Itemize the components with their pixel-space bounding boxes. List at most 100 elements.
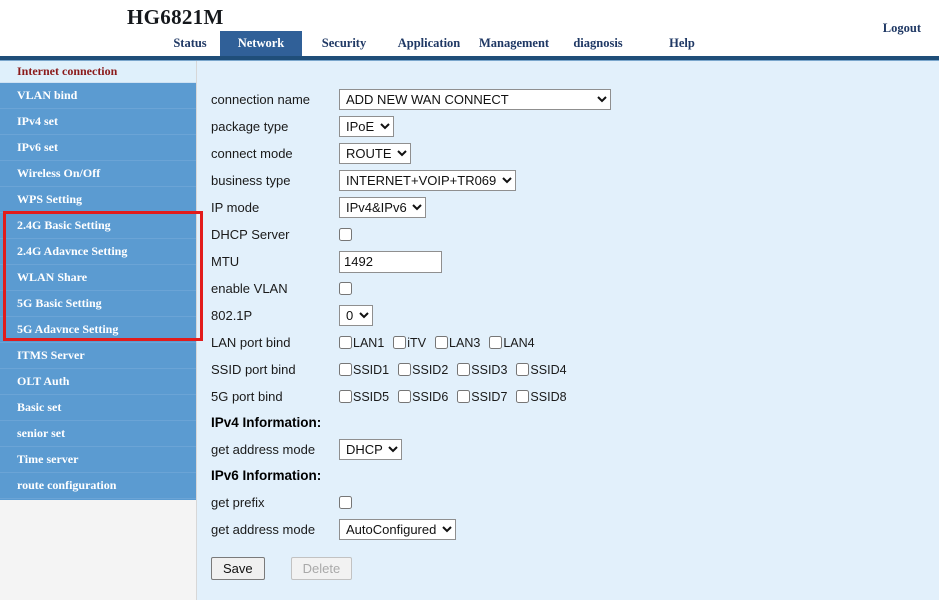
sidebar-item-vlan-bind[interactable]: VLAN bind <box>0 83 196 109</box>
label-lan-port-bind: LAN port bind <box>211 335 291 350</box>
dhcp-server-checkbox[interactable] <box>339 228 352 241</box>
nav-tab-security[interactable]: Security <box>305 31 383 56</box>
5g-port-bind-option-3[interactable]: SSID7 <box>457 390 507 404</box>
ipv6-get-prefix-checkbox[interactable] <box>339 496 352 509</box>
lan4-label: LAN4 <box>503 335 535 350</box>
lan-port-bind-option-3[interactable]: LAN3 <box>435 336 480 350</box>
sidebar-item-olt-auth[interactable]: OLT Auth <box>0 369 196 395</box>
ssid2-label: SSID2 <box>412 362 449 377</box>
sidebar-item-ipv4-set[interactable]: IPv4 set <box>0 109 196 135</box>
save-button[interactable]: Save <box>211 557 265 580</box>
nav-tab-management[interactable]: Management <box>471 31 557 56</box>
label-ipv6-get-prefix: get prefix <box>211 495 265 510</box>
itv-label: iTV <box>407 335 427 350</box>
sidebar-item-24g-advance-setting[interactable]: 2.4G Adavnce Setting <box>0 239 196 265</box>
row-5g-port-bind: 5G port bind SSID5 SSID6 SSID7 SSID8 <box>211 383 911 410</box>
nav-tab-diagnosis[interactable]: diagnosis <box>558 31 638 56</box>
sidebar-item-ipv6-set[interactable]: IPv6 set <box>0 135 196 161</box>
ipv4-section-title: IPv4 Information: <box>211 415 322 430</box>
business-type-select[interactable]: INTERNET+VOIP+TR069 <box>339 170 516 191</box>
sidebar-item-5g-basic-setting[interactable]: 5G Basic Setting <box>0 291 196 317</box>
sidebar-item-senior-set[interactable]: senior set <box>0 421 196 447</box>
ssid-port-bind-group: SSID1 SSID2 SSID3 SSID4 <box>339 363 911 377</box>
lan1-label: LAN1 <box>353 335 385 350</box>
sidebar-item-itms-server[interactable]: ITMS Server <box>0 343 196 369</box>
row-ipv6-get-address-mode: get address mode AutoConfigured <box>211 516 911 543</box>
ipv6-section-title: IPv6 Information: <box>211 468 322 483</box>
row-connect-mode: connect mode ROUTE <box>211 140 911 167</box>
label-dhcp-server: DHCP Server <box>211 227 290 242</box>
label-5g-port-bind: 5G port bind <box>211 389 283 404</box>
ssid3-checkbox[interactable] <box>457 363 471 376</box>
lan-port-bind-option-1[interactable]: LAN1 <box>339 336 384 350</box>
nav-tab-network[interactable]: Network <box>220 31 302 56</box>
ssid6-label: SSID6 <box>412 389 449 404</box>
ssid-port-bind-option-1[interactable]: SSID1 <box>339 363 389 377</box>
sidebar-item-wlan-share[interactable]: WLAN Share <box>0 265 196 291</box>
row-ip-mode: IP mode IPv4&IPv6 <box>211 194 911 221</box>
sidebar-item-basic-set[interactable]: Basic set <box>0 395 196 421</box>
brand-title: HG6821M <box>127 5 224 29</box>
connect-mode-select[interactable]: ROUTE <box>339 143 411 164</box>
ssid1-label: SSID1 <box>353 362 390 377</box>
sidebar-item-time-server[interactable]: Time server <box>0 447 196 473</box>
form-actions: Save Delete <box>211 557 911 580</box>
ssid8-checkbox[interactable] <box>516 390 530 403</box>
lan4-checkbox[interactable] <box>489 336 503 349</box>
ssid-port-bind-option-2[interactable]: SSID2 <box>398 363 448 377</box>
ip-mode-select[interactable]: IPv4&IPv6 <box>339 197 426 218</box>
lan-port-bind-option-4[interactable]: LAN4 <box>489 335 535 350</box>
row-ipv4-get-address-mode: get address mode DHCP <box>211 436 911 463</box>
sidebar-heading: Internet connection <box>0 61 196 82</box>
5g-port-bind-option-2[interactable]: SSID6 <box>398 390 448 404</box>
ssid5-checkbox[interactable] <box>339 390 352 403</box>
lan3-checkbox[interactable] <box>435 336 449 349</box>
label-dot1p: 802.1P <box>211 308 253 323</box>
nav-tab-help[interactable]: Help <box>650 31 714 56</box>
itv-checkbox[interactable] <box>393 336 407 349</box>
row-package-type: package type IPoE <box>211 113 911 140</box>
lan-port-bind-option-2[interactable]: iTV <box>393 336 426 350</box>
label-package-type: package type <box>211 119 289 134</box>
enable-vlan-checkbox[interactable] <box>339 282 352 295</box>
nav-tab-status[interactable]: Status <box>152 31 228 56</box>
ssid6-checkbox[interactable] <box>398 390 412 403</box>
sidebar-item-route-configuration[interactable]: route configuration <box>0 473 196 499</box>
label-connection-name: connection name <box>211 92 311 107</box>
label-ipv6-get-address-mode: get address mode <box>211 522 316 537</box>
mtu-input[interactable] <box>339 250 442 273</box>
row-enable-vlan: enable VLAN <box>211 275 911 302</box>
ssid7-checkbox[interactable] <box>457 390 471 403</box>
page-body: Internet connection VLAN bind IPv4 set I… <box>0 61 939 600</box>
main-navigation: Status Network Security Application Mana… <box>0 31 939 56</box>
nav-tab-application[interactable]: Application <box>387 31 471 56</box>
ssid2-checkbox[interactable] <box>398 363 412 376</box>
sidebar: Internet connection VLAN bind IPv4 set I… <box>0 61 196 500</box>
row-lan-port-bind: LAN port bind LAN1 iTV LAN3 LAN4 <box>211 329 911 356</box>
row-ssid-port-bind: SSID port bind SSID1 SSID2 SSID3 SSID4 <box>211 356 911 383</box>
ipv6-get-address-mode-select[interactable]: AutoConfigured <box>339 519 456 540</box>
sidebar-item-5g-advance-setting[interactable]: 5G Adavnce Setting <box>0 317 196 343</box>
dot1p-select[interactable]: 0 <box>339 305 373 326</box>
sidebar-item-wireless-on-off[interactable]: Wireless On/Off <box>0 161 196 187</box>
ipv4-get-address-mode-select[interactable]: DHCP <box>339 439 402 460</box>
ssid3-label: SSID3 <box>471 362 508 377</box>
package-type-select[interactable]: IPoE <box>339 116 394 137</box>
row-mtu: MTU <box>211 248 911 275</box>
5g-port-bind-option-4[interactable]: SSID8 <box>516 390 567 404</box>
ssid-port-bind-option-4[interactable]: SSID4 <box>516 363 567 377</box>
ssid5-label: SSID5 <box>353 389 390 404</box>
label-mtu: MTU <box>211 254 240 269</box>
ssid1-checkbox[interactable] <box>339 363 352 376</box>
sidebar-item-24g-basic-setting[interactable]: 2.4G Basic Setting <box>0 213 196 239</box>
main-content: connection name ADD NEW WAN CONNECT pack… <box>197 61 939 600</box>
delete-button: Delete <box>290 557 353 580</box>
5g-port-bind-option-1[interactable]: SSID5 <box>339 390 389 404</box>
ssid-port-bind-option-3[interactable]: SSID3 <box>457 363 507 377</box>
label-business-type: business type <box>211 173 291 188</box>
ssid4-checkbox[interactable] <box>516 363 530 376</box>
sidebar-item-wps-setting[interactable]: WPS Setting <box>0 187 196 213</box>
lan1-checkbox[interactable] <box>339 336 352 349</box>
ssid7-label: SSID7 <box>471 389 508 404</box>
connection-name-select[interactable]: ADD NEW WAN CONNECT <box>339 89 611 110</box>
